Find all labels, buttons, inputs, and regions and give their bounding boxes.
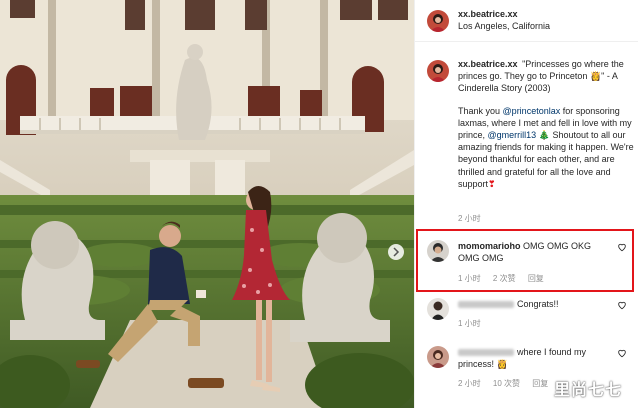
post-side-panel: xx.beatrice.xx Los Angeles, California x… [414, 0, 638, 408]
comment-text: Congrats!! [458, 298, 608, 310]
comment-body: Congrats!! [517, 299, 559, 309]
mention-gmerrill13[interactable]: @gmerrill13 [488, 130, 537, 140]
comment-time: 1 小时 [458, 319, 481, 328]
caption-avatar[interactable] [427, 60, 449, 82]
watermark: 里尚七七 [553, 382, 622, 399]
comment-username-blurred[interactable] [458, 301, 514, 309]
avatar[interactable] [427, 346, 449, 368]
highlight-box [416, 229, 634, 292]
comment-time: 2 小时 [458, 379, 481, 388]
caption-username[interactable]: xx.beatrice.xx [458, 59, 518, 69]
caption-thanks-prefix: Thank you [458, 105, 501, 116]
post-photo[interactable] [0, 0, 414, 408]
comment-likes[interactable]: 10 次赞 [493, 379, 520, 388]
avatar[interactable] [427, 298, 449, 320]
princess-emoji-icon: 👸 [589, 71, 602, 82]
mention-princetonlax[interactable]: @princetonlax [503, 106, 561, 116]
comment-meta: 1 小时 [458, 318, 491, 329]
post-caption: xx.beatrice.xx "Princesses go where the … [458, 58, 634, 200]
heart-icon[interactable] [617, 300, 627, 310]
comment-meta: 2 小时 10 次赞 回复 [458, 378, 558, 389]
post-author-username[interactable]: xx.beatrice.xx [458, 9, 518, 19]
heart-exclamation-emoji-icon: ❣ [488, 178, 496, 189]
reply-button[interactable]: 回复 [532, 379, 548, 388]
comment-username-blurred[interactable] [458, 349, 514, 357]
avatar[interactable] [427, 10, 449, 32]
post-location[interactable]: Los Angeles, California [458, 21, 550, 31]
caption-timestamp: 2 小时 [458, 214, 481, 223]
comment-text: where I found my princess! 👸 [458, 346, 608, 370]
heart-icon[interactable] [617, 348, 627, 358]
post-header: xx.beatrice.xx Los Angeles, California [415, 0, 638, 42]
tree-emoji-icon: 🎄 [538, 130, 550, 141]
princess-emoji-icon: 👸 [496, 359, 508, 369]
